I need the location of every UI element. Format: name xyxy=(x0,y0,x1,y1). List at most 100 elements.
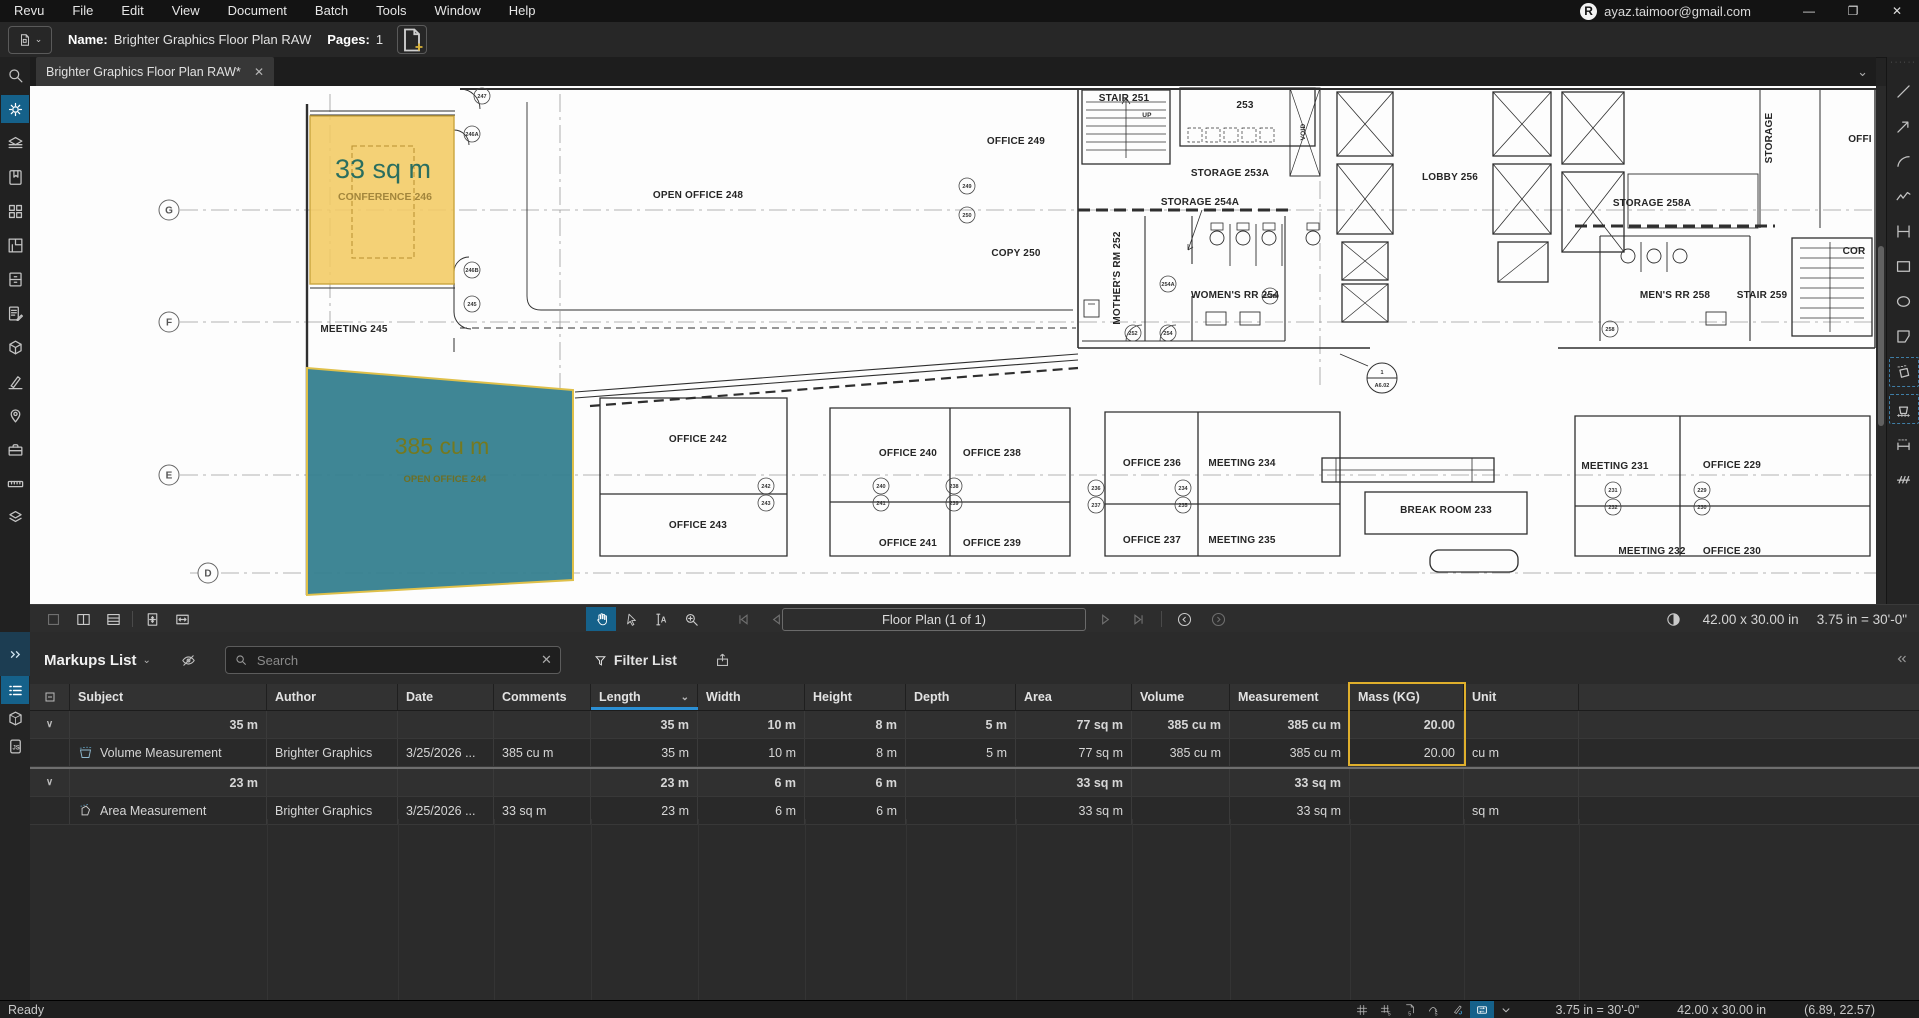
studio-box-icon[interactable] xyxy=(1,333,29,361)
clear-search-icon[interactable]: ✕ xyxy=(541,652,552,668)
table-row[interactable]: ∨35 m35 m10 m8 m5 m77 sq m385 cu m385 cu… xyxy=(30,711,1919,739)
column-header-measurement[interactable]: Measurement xyxy=(1230,684,1350,710)
tool-measure-volume-icon[interactable] xyxy=(1889,394,1919,424)
account-button[interactable]: R ayaz.taimoor@gmail.com xyxy=(1580,3,1751,20)
properties-gear-icon[interactable] xyxy=(1,95,29,123)
tool-arrow-icon[interactable] xyxy=(1890,112,1918,140)
tab-list-chevron-icon[interactable]: ⌄ xyxy=(1857,64,1868,80)
column-header-depth[interactable]: Depth xyxy=(906,684,1016,710)
column-header-date[interactable]: Date xyxy=(398,684,494,710)
minimize-icon[interactable]: — xyxy=(1787,0,1831,22)
javascript-icon[interactable]: JS xyxy=(1,732,29,760)
next-page-icon[interactable] xyxy=(1090,607,1120,631)
bookmarks-icon[interactable] xyxy=(1,163,29,191)
snap-grid-icon[interactable]: 5 xyxy=(1374,1001,1398,1018)
search-input[interactable] xyxy=(255,652,534,669)
menu-view[interactable]: View xyxy=(158,0,214,22)
column-header-unit[interactable]: Unit xyxy=(1464,684,1579,710)
grid-icon[interactable] xyxy=(1350,1001,1374,1018)
column-header-width[interactable]: Width xyxy=(698,684,805,710)
places-pin-icon[interactable] xyxy=(1,401,29,429)
menu-edit[interactable]: Edit xyxy=(107,0,157,22)
fit-width-icon[interactable] xyxy=(167,607,197,631)
pane-single-icon[interactable] xyxy=(38,607,68,631)
chevron-down-icon[interactable] xyxy=(1494,1001,1518,1018)
hide-markups-icon[interactable] xyxy=(177,648,201,672)
menu-file[interactable]: File xyxy=(58,0,107,22)
signature-icon[interactable] xyxy=(1,367,29,395)
tool-line-icon[interactable] xyxy=(1890,77,1918,105)
markup-summary-icon[interactable] xyxy=(1,299,29,327)
zoom-plus-icon[interactable] xyxy=(676,607,706,631)
tool-rectangle-icon[interactable] xyxy=(1890,252,1918,280)
hand-icon[interactable] xyxy=(586,607,616,631)
panel-title[interactable]: Markups List xyxy=(44,652,137,669)
restore-icon[interactable]: ❐ xyxy=(1831,0,1875,22)
tool-dimension-icon[interactable] xyxy=(1890,217,1918,245)
menu-batch[interactable]: Batch xyxy=(301,0,362,22)
measurements-ruler-icon[interactable] xyxy=(1,469,29,497)
pane-split-vertical-icon[interactable] xyxy=(68,607,98,631)
tool-ellipse-icon[interactable] xyxy=(1890,287,1918,315)
pane-split-horizontal-icon[interactable] xyxy=(98,607,128,631)
tool-arc-icon[interactable] xyxy=(1890,147,1918,175)
last-page-icon[interactable] xyxy=(1124,607,1154,631)
tool-polyline-icon[interactable] xyxy=(1890,182,1918,210)
menu-help[interactable]: Help xyxy=(495,0,550,22)
document-canvas[interactable]: GFED 246A246B245247249250242243240241238… xyxy=(30,86,1876,604)
collapse-all-icon[interactable] xyxy=(30,684,70,710)
select-arrow-icon[interactable] xyxy=(616,607,646,631)
snap-document-icon[interactable]: 5 xyxy=(1398,1001,1422,1018)
document-menu-button[interactable]: ⌄ xyxy=(8,26,52,54)
first-page-icon[interactable] xyxy=(728,607,758,631)
document-tab[interactable]: Brighter Graphics Floor Plan RAW* ✕ xyxy=(36,57,274,86)
table-row[interactable]: Volume MeasurementBrighter Graphics3/25/… xyxy=(30,739,1919,767)
tool-polygon-icon[interactable] xyxy=(1890,322,1918,350)
markups-list-icon[interactable] xyxy=(1,676,29,704)
model-3d-icon[interactable] xyxy=(1,704,29,732)
spaces-plan-icon[interactable] xyxy=(1,231,29,259)
tool-measure-area-icon[interactable] xyxy=(1889,357,1919,387)
menu-document[interactable]: Document xyxy=(214,0,301,22)
menu-revu[interactable]: Revu xyxy=(0,0,58,22)
snap-markup-icon[interactable]: 5 xyxy=(1422,1001,1446,1018)
file-stack-icon[interactable] xyxy=(1,129,29,157)
collapse-panel-icon[interactable] xyxy=(1895,652,1909,669)
previous-view-icon[interactable] xyxy=(1170,607,1200,631)
search-icon[interactable] xyxy=(1,61,29,89)
fit-page-icon[interactable] xyxy=(137,607,167,631)
column-header-volume[interactable]: Volume xyxy=(1132,684,1230,710)
expand-panel-button[interactable] xyxy=(0,632,30,676)
page-indicator[interactable]: Floor Plan (1 of 1) xyxy=(782,608,1086,631)
close-icon[interactable]: ✕ xyxy=(1875,0,1919,22)
panel-title-chevron-icon[interactable]: ⌄ xyxy=(143,655,151,666)
export-share-icon[interactable] xyxy=(711,648,735,672)
menu-tools[interactable]: Tools xyxy=(362,0,420,22)
column-header-mass[interactable]: Mass (KG) xyxy=(1350,684,1464,710)
column-header-comments[interactable]: Comments xyxy=(494,684,591,710)
snap-content-icon[interactable] xyxy=(1446,1001,1470,1018)
status-scale[interactable]: 3.75 in = 30'-0" xyxy=(1556,1003,1640,1017)
column-header-author[interactable]: Author xyxy=(267,684,398,710)
column-header-subject[interactable]: Subject xyxy=(70,684,267,710)
insert-page-button[interactable] xyxy=(397,25,427,54)
file-cabinet-icon[interactable] xyxy=(1,265,29,293)
tab-close-icon[interactable]: ✕ xyxy=(254,65,264,79)
thumbnails-grid-icon[interactable] xyxy=(1,197,29,225)
next-view-icon[interactable] xyxy=(1204,607,1234,631)
tool-measure-count-icon[interactable] xyxy=(1890,466,1918,494)
table-row[interactable]: ∨23 m23 m6 m6 m33 sq m33 sq m xyxy=(30,767,1919,797)
menu-window[interactable]: Window xyxy=(421,0,495,22)
scrollbar-thumb[interactable] xyxy=(1878,246,1884,426)
contrast-icon[interactable] xyxy=(1663,607,1685,631)
layers-stack-icon[interactable] xyxy=(1,503,29,531)
tool-measure-length-icon[interactable] xyxy=(1890,431,1918,459)
vertical-scrollbar[interactable] xyxy=(1876,86,1886,604)
sync-views-icon[interactable] xyxy=(1470,1001,1494,1018)
column-header-height[interactable]: Height xyxy=(805,684,906,710)
toolbar-drag-handle[interactable]: ······ xyxy=(1891,60,1917,70)
tool-chest-icon[interactable] xyxy=(1,435,29,463)
text-select-icon[interactable]: A xyxy=(646,607,676,631)
column-header-area[interactable]: Area xyxy=(1016,684,1132,710)
filter-list-button[interactable]: Filter List xyxy=(593,652,677,668)
